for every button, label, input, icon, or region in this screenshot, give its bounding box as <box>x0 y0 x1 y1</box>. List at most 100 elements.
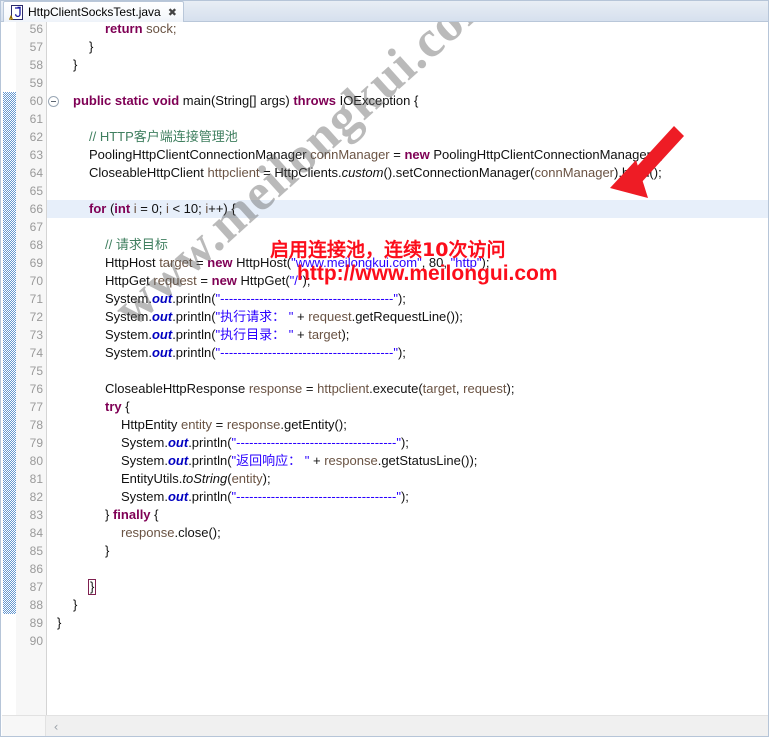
code-line[interactable]: System.out.println("返回响应： " + response.g… <box>121 452 477 470</box>
code-token: request <box>463 381 507 396</box>
line-number: 87 <box>29 580 43 594</box>
line-number: 88 <box>29 598 43 612</box>
code-token: "---------------------------------------… <box>215 291 398 306</box>
code-line[interactable]: // 请求目标 <box>105 236 168 254</box>
code-line[interactable]: EntityUtils.toString(entity); <box>121 470 271 488</box>
scroll-left-arrow-icon[interactable]: ‹ <box>48 718 64 735</box>
line-number: 77 <box>29 400 43 414</box>
change-annotation-bar <box>2 22 16 715</box>
code-token: custom <box>341 165 384 180</box>
code-token: CloseableHttpClient <box>89 165 208 180</box>
code-line[interactable]: CloseableHttpResponse response = httpcli… <box>105 380 514 398</box>
code-token: .getEntity(); <box>280 417 347 432</box>
code-token: out <box>167 453 189 468</box>
code-token: HttpGet( <box>240 273 290 288</box>
code-token: ); <box>400 435 409 450</box>
horizontal-scrollbar[interactable]: ‹ <box>2 715 768 736</box>
code-token: .execute( <box>369 381 423 396</box>
code-token: toString <box>182 471 228 486</box>
code-line[interactable]: System.out.println("--------------------… <box>121 434 409 452</box>
code-token: } <box>89 39 94 54</box>
line-number: 67 <box>29 220 43 234</box>
code-line[interactable]: PoolingHttpClientConnectionManager connM… <box>89 146 663 164</box>
code-line[interactable]: System.out.println("执行请求： " + request.ge… <box>105 308 463 326</box>
code-line[interactable]: // HTTP客户端连接管理池 <box>89 128 238 146</box>
code-token: ); <box>397 291 406 306</box>
code-token: .println( <box>188 435 232 450</box>
code-line[interactable]: HttpHost target = new HttpHost("www.meil… <box>105 254 489 272</box>
code-token: = <box>389 147 405 162</box>
code-line[interactable]: } <box>88 578 97 596</box>
code-token: main(String[] args) <box>182 93 294 108</box>
code-line[interactable]: } finally { <box>105 506 159 524</box>
code-token: out <box>167 435 189 450</box>
code-token: < 10; <box>168 201 206 216</box>
code-token: = <box>196 273 212 288</box>
code-token: new <box>207 255 237 270</box>
code-token: HttpHost( <box>236 255 292 270</box>
code-token: HttpHost <box>105 255 160 270</box>
code-token: .close(); <box>174 525 221 540</box>
code-token: ); <box>481 255 490 270</box>
code-token: finally <box>112 507 155 522</box>
code-line[interactable]: System.out.println("--------------------… <box>121 488 409 506</box>
code-line[interactable]: } <box>73 596 77 614</box>
close-icon[interactable]: ✖ <box>168 7 177 18</box>
code-token: ); <box>302 273 311 288</box>
code-token: System. <box>105 291 152 306</box>
code-line[interactable]: response.close(); <box>121 524 221 542</box>
code-token: System. <box>105 309 152 324</box>
code-editor[interactable]: 56 57 58 59 60 61 62 63 64 65 66 67 68 69 70 71 72 73 74 75… <box>2 22 768 715</box>
code-token: { <box>154 507 159 522</box>
code-token: httpclient <box>317 381 370 396</box>
code-token: .println( <box>172 327 216 342</box>
editor-tab-label: HttpClientSocksTest.java <box>28 4 161 19</box>
code-token: .getRequestLine()); <box>351 309 463 324</box>
code-token: .println( <box>172 309 216 324</box>
code-line[interactable]: CloseableHttpClient httpclient = HttpCli… <box>89 164 662 182</box>
scrollbar-corner <box>2 716 46 736</box>
code-token: } <box>88 579 97 595</box>
code-line[interactable]: public static void main(String[] args) t… <box>73 92 418 110</box>
code-line[interactable]: return sock; <box>105 22 177 38</box>
code-token: } <box>105 543 110 558</box>
line-number: 56 <box>29 22 43 36</box>
code-token: new <box>404 147 434 162</box>
editor-tab-bar: HttpClientSocksTest.java ✖ <box>1 1 768 22</box>
code-token: } <box>57 615 62 630</box>
code-token: EntityUtils. <box>121 471 183 486</box>
code-token: out <box>151 291 173 306</box>
line-number: 64 <box>29 166 43 180</box>
editor-tab-httpclientsockstest[interactable]: HttpClientSocksTest.java ✖ <box>3 1 184 22</box>
code-line[interactable]: } <box>57 614 61 632</box>
code-token: .println( <box>172 345 216 360</box>
code-token: target <box>308 327 342 342</box>
code-line[interactable]: System.out.println("--------------------… <box>105 344 406 362</box>
code-line[interactable]: for (int i = 0; i < 10; i++) { <box>89 200 236 218</box>
code-line[interactable]: } <box>105 542 109 560</box>
code-token: + <box>309 453 325 468</box>
code-line[interactable]: } <box>73 56 77 74</box>
code-token: + <box>293 309 309 324</box>
code-token: .println( <box>188 453 232 468</box>
code-line[interactable]: HttpGet request = new HttpGet("/"); <box>105 272 310 290</box>
code-line[interactable]: System.out.println("执行目录： " + target); <box>105 326 349 344</box>
code-token: sock; <box>146 22 177 36</box>
line-number: 76 <box>29 382 43 396</box>
code-token: + <box>293 327 309 342</box>
line-number: 57 <box>29 40 43 54</box>
code-token: request <box>308 309 352 324</box>
code-line[interactable]: try { <box>105 398 130 416</box>
line-number: 85 <box>29 544 43 558</box>
code-line[interactable]: HttpEntity entity = response.getEntity()… <box>121 416 347 434</box>
code-token: request <box>153 273 197 288</box>
line-number: 63 <box>29 148 43 162</box>
code-line[interactable]: } <box>89 38 93 56</box>
line-number: 71 <box>29 292 43 306</box>
code-token: response <box>248 381 303 396</box>
code-text-area[interactable]: return sock;}} public static void main(St… <box>47 22 768 715</box>
line-number: 80 <box>29 454 43 468</box>
line-number: 81 <box>29 472 43 486</box>
code-token: { <box>125 399 130 414</box>
code-line[interactable]: System.out.println("--------------------… <box>105 290 406 308</box>
